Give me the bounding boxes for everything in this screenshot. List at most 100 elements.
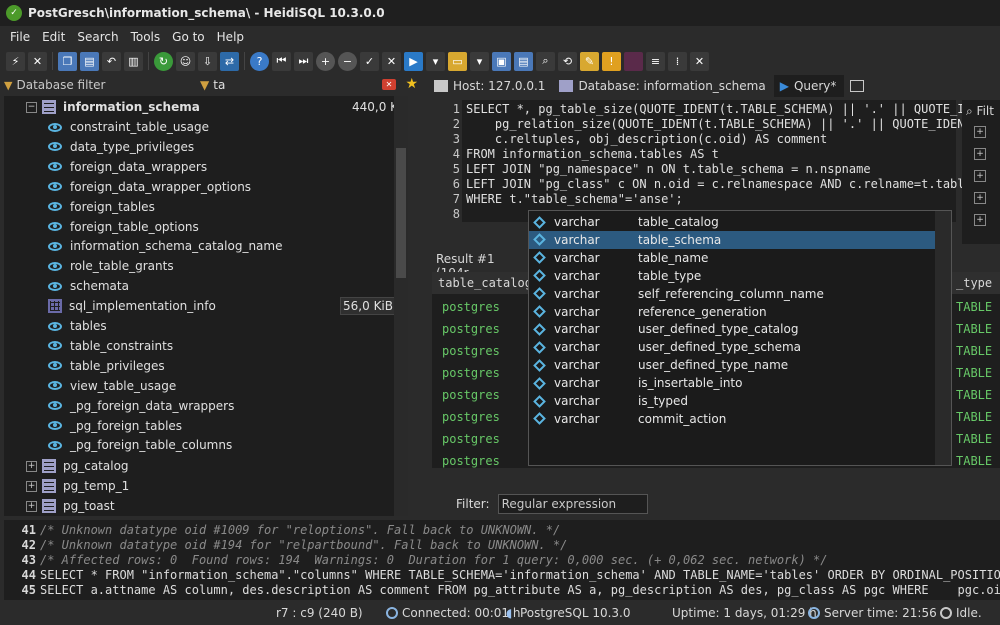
tab-host[interactable]: Host: 127.0.0.1 <box>428 75 553 97</box>
autocomplete-scrollbar[interactable] <box>935 211 951 465</box>
result-filter-input[interactable]: Regular expression <box>497 494 648 514</box>
tree-item[interactable]: schemata <box>48 276 408 296</box>
tree-item[interactable]: foreign_data_wrappers <box>48 157 408 177</box>
help-icon[interactable]: ? <box>250 51 269 71</box>
database-filter[interactable]: ▼ Database filter <box>4 76 198 94</box>
autocomplete-item[interactable]: varchar table_name <box>529 249 935 267</box>
comment-icon[interactable]: ≡ <box>646 51 665 71</box>
scrollbar-thumb[interactable] <box>396 148 406 278</box>
print-icon[interactable]: ▥ <box>124 51 143 71</box>
result-cell[interactable]: TABLE <box>956 296 992 318</box>
tree-item[interactable]: _pg_foreign_table_columns <box>48 435 408 455</box>
result-cell[interactable]: TABLE <box>956 406 992 428</box>
format-icon[interactable]: ✎ <box>580 51 599 71</box>
tree-db-node[interactable]: + pg_catalog <box>26 456 408 476</box>
add-icon[interactable]: + <box>316 51 335 71</box>
tree-item[interactable]: _pg_foreign_data_wrappers <box>48 396 408 416</box>
menu-search[interactable]: Search <box>71 30 124 44</box>
tree-db-node[interactable]: + pg_temp_1 <box>26 476 408 496</box>
tab-query[interactable]: ▶ Query* <box>773 75 845 97</box>
replace-icon[interactable]: ⟲ <box>558 51 577 71</box>
menu-tools[interactable]: Tools <box>125 30 167 44</box>
uncomment-icon[interactable]: ⁞ <box>668 51 687 71</box>
tree-item[interactable]: data_type_privileges <box>48 137 408 157</box>
expand-icon[interactable]: + <box>26 460 37 472</box>
close-tab-icon[interactable]: ✕ <box>690 51 709 71</box>
warning-icon[interactable]: ! <box>602 51 621 71</box>
disconnect-icon[interactable]: ✕ <box>28 51 47 71</box>
favorite-star-icon[interactable]: ★ <box>405 76 418 92</box>
expand-icon[interactable]: + <box>974 126 986 138</box>
expand-icon[interactable]: + <box>26 500 37 512</box>
autocomplete-item[interactable]: varchar self_referencing_column_name <box>529 285 935 303</box>
result-cell[interactable]: postgres <box>442 450 500 472</box>
expand-icon[interactable]: + <box>26 480 37 492</box>
first-icon[interactable]: ⏮ <box>272 51 291 71</box>
autocomplete-item[interactable]: varchar user_defined_type_name <box>529 356 935 374</box>
tree-item[interactable]: table_privileges <box>48 356 408 376</box>
tree-db-node[interactable]: + pg_toast <box>26 496 408 516</box>
open-folder-icon[interactable]: ▭ <box>448 51 467 71</box>
menu-file[interactable]: File <box>4 30 36 44</box>
autocomplete-item[interactable]: varchar table_schema <box>529 230 935 249</box>
tree-item[interactable]: constraint_table_usage <box>48 117 408 137</box>
menu-help[interactable]: Help <box>211 30 250 44</box>
tree-item[interactable]: sql_implementation_info 56,0 KiB <box>48 296 408 316</box>
tree-scrollbar[interactable] <box>394 96 408 516</box>
result-cell[interactable]: postgres <box>442 406 500 428</box>
autocomplete-item[interactable]: varchar user_defined_type_catalog <box>529 320 935 338</box>
users-icon[interactable]: ☺ <box>176 51 195 71</box>
tree-item[interactable]: foreign_tables <box>48 197 408 217</box>
stop-icon[interactable] <box>624 51 643 71</box>
table-filter[interactable]: ▼ ta ✕ ★ <box>200 76 422 94</box>
autocomplete-item[interactable]: varchar user_defined_type_schema <box>529 338 935 356</box>
new-query-tab[interactable] <box>844 75 877 97</box>
export-icon[interactable]: ⇄ <box>220 51 239 71</box>
result-cell[interactable]: postgres <box>442 318 500 340</box>
result-cell[interactable]: postgres <box>442 340 500 362</box>
tree-root-node[interactable]: − information_schema 440,0 KiB <box>26 97 408 117</box>
run-dropdown-icon[interactable]: ▾ <box>426 51 445 71</box>
tree-item[interactable]: table_constraints <box>48 336 408 356</box>
result-cell[interactable]: TABLE <box>956 384 992 406</box>
result-tab[interactable]: Result #1 (194r <box>436 252 526 280</box>
tree-item[interactable]: foreign_table_options <box>48 217 408 237</box>
copy-icon[interactable]: ❐ <box>58 51 77 71</box>
autocomplete-item[interactable]: varchar table_catalog <box>529 213 935 231</box>
sql-editor[interactable]: 1 SELECT *, pg_table_size(QUOTE_IDENT(t.T… <box>430 100 979 222</box>
tree-item[interactable]: role_table_grants <box>48 256 408 276</box>
result-cell[interactable]: postgres <box>442 428 500 450</box>
autocomplete-item[interactable]: varchar reference_generation <box>529 303 935 321</box>
expand-icon[interactable]: + <box>974 214 986 226</box>
result-cell[interactable]: postgres <box>442 296 500 318</box>
connect-icon[interactable]: ⚡ <box>6 51 25 71</box>
result-cell[interactable]: TABLE <box>956 450 992 472</box>
tree-item[interactable]: tables <box>48 316 408 336</box>
result-cell[interactable]: postgres <box>442 362 500 384</box>
autocomplete-item[interactable]: varchar commit_action <box>529 410 935 428</box>
save-as-icon[interactable]: ▤ <box>514 51 533 71</box>
cancel-icon[interactable]: ✕ <box>382 51 401 71</box>
tree-item[interactable]: view_table_usage <box>48 376 408 396</box>
result-cell[interactable]: postgres <box>442 384 500 406</box>
run-icon[interactable]: ▶ <box>404 51 423 71</box>
tree-item[interactable]: _pg_foreign_tables <box>48 416 408 436</box>
collapse-icon[interactable]: − <box>26 101 37 113</box>
save-icon[interactable]: ▣ <box>492 51 511 71</box>
refresh-icon[interactable]: ↻ <box>154 51 173 71</box>
menu-goto[interactable]: Go to <box>166 30 211 44</box>
autocomplete-item[interactable]: varchar table_type <box>529 267 935 285</box>
column-header-table-type[interactable]: _type <box>950 272 1000 294</box>
expand-icon[interactable]: + <box>974 148 986 160</box>
import-icon[interactable]: ⇩ <box>198 51 217 71</box>
last-icon[interactable]: ⏭ <box>294 51 313 71</box>
menu-edit[interactable]: Edit <box>36 30 71 44</box>
delete-icon[interactable]: − <box>338 51 357 71</box>
find-icon[interactable]: ⌕ <box>536 51 555 71</box>
undo-icon[interactable]: ↶ <box>102 51 121 71</box>
paste-icon[interactable]: ▤ <box>80 51 99 71</box>
result-cell[interactable]: TABLE <box>956 428 992 450</box>
result-cell[interactable]: TABLE <box>956 340 992 362</box>
tree-item[interactable]: information_schema_catalog_name <box>48 236 408 256</box>
expand-icon[interactable]: + <box>974 170 986 182</box>
